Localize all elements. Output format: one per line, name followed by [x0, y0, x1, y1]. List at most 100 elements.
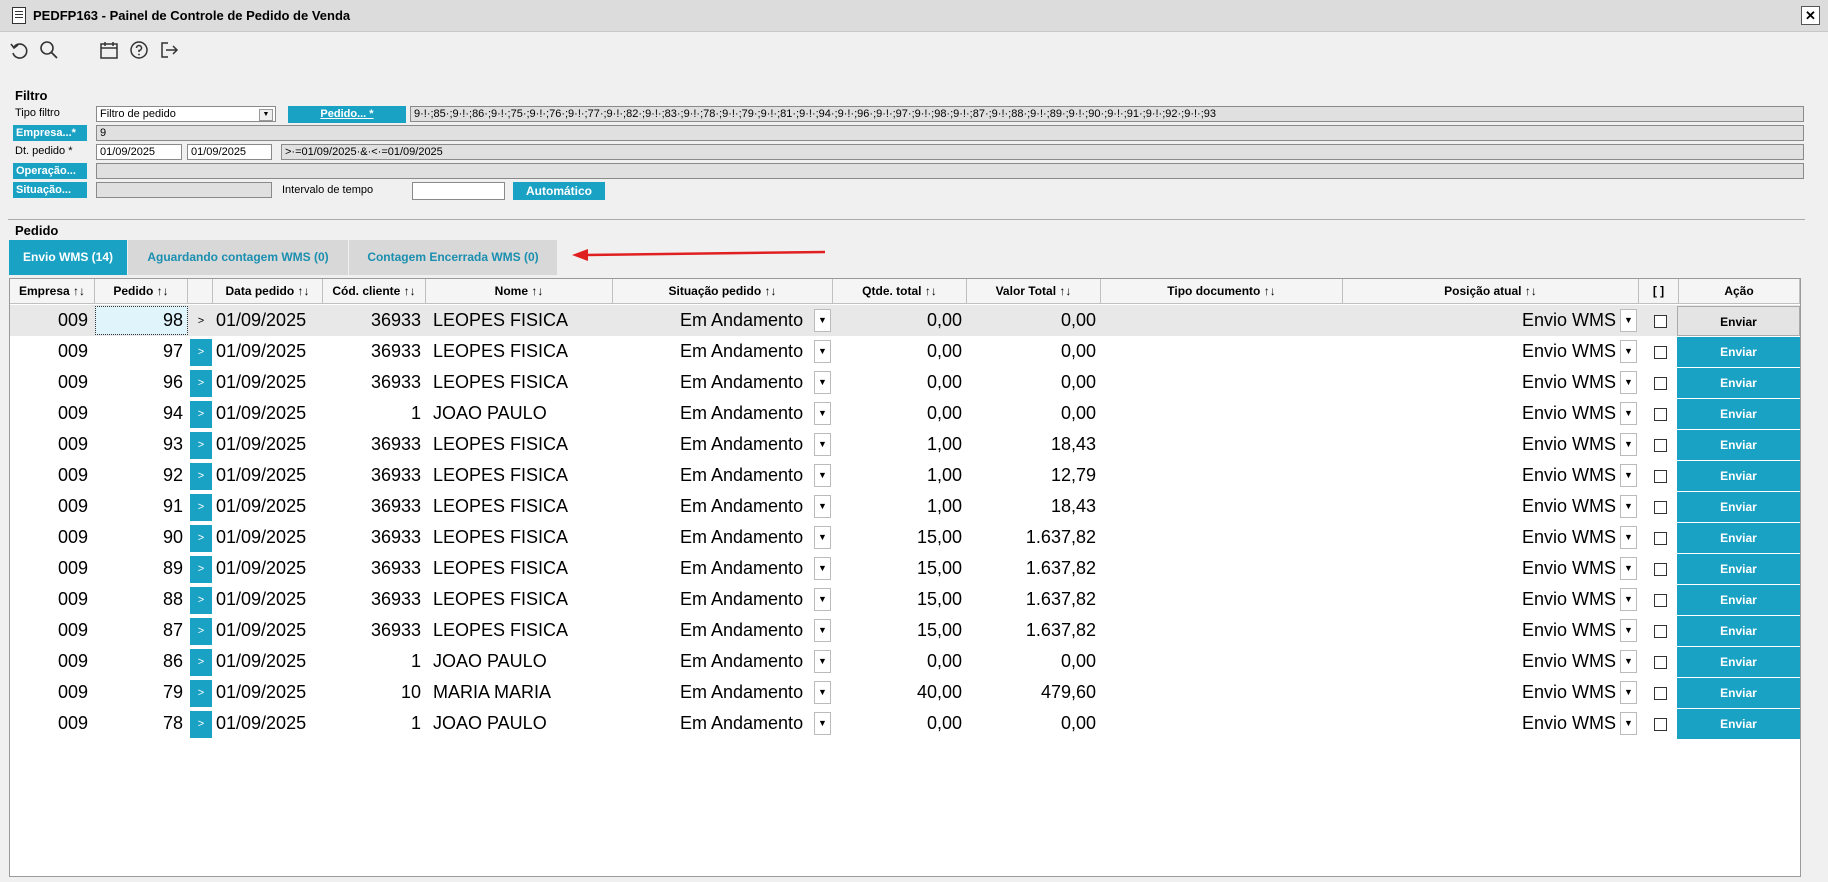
tipo-filtro-select[interactable]: Filtro de pedido ▼: [96, 106, 276, 122]
col-header-situacao[interactable]: Situação pedido ↑↓: [613, 279, 833, 304]
cell-situacao[interactable]: Em Andamento: [680, 615, 820, 646]
chevron-down-icon[interactable]: ▼: [1620, 650, 1637, 673]
chevron-down-icon[interactable]: ▼: [814, 619, 831, 642]
row-checkbox[interactable]: [1654, 594, 1667, 607]
table-row[interactable]: 009 89 >01/09/2025 36933 LEOPES FISICA Em And…: [10, 553, 1800, 584]
expand-row-button[interactable]: >: [190, 339, 212, 366]
expand-row-button[interactable]: >: [190, 649, 212, 676]
enviar-button[interactable]: Enviar: [1677, 306, 1800, 336]
cell-situacao[interactable]: Em Andamento: [680, 646, 820, 677]
cell-pedido[interactable]: 93: [95, 429, 183, 460]
col-header-tipo[interactable]: Tipo documento ↑↓: [1101, 279, 1343, 304]
cell-pedido[interactable]: 87: [95, 615, 183, 646]
cell-posicao[interactable]: Envio WMS: [1343, 677, 1616, 708]
tab-aguardando-contagem[interactable]: Aguardando contagem WMS (0): [128, 240, 348, 275]
cell-posicao[interactable]: Envio WMS: [1343, 522, 1616, 553]
expand-row-button[interactable]: >: [190, 308, 212, 335]
col-header-posicao[interactable]: Posição atual ↑↓: [1343, 279, 1639, 304]
chevron-down-icon[interactable]: ▼: [814, 588, 831, 611]
expand-row-button[interactable]: >: [190, 401, 212, 428]
cell-pedido[interactable]: 94: [95, 398, 183, 429]
cell-posicao[interactable]: Envio WMS: [1343, 336, 1616, 367]
table-row[interactable]: 009 94 >01/09/2025 1 JOAO PAULO Em Andamento ▼…: [10, 398, 1800, 429]
cell-pedido[interactable]: 90: [95, 522, 183, 553]
cell-posicao[interactable]: Envio WMS: [1343, 553, 1616, 584]
chevron-down-icon[interactable]: ▼: [814, 433, 831, 456]
col-header-pedido[interactable]: Pedido ↑↓: [95, 279, 188, 304]
chevron-down-icon[interactable]: ▼: [814, 371, 831, 394]
operacao-filter-button[interactable]: Operação...: [13, 163, 87, 179]
pedido-filter-button[interactable]: Pedido... *: [288, 106, 406, 123]
cell-pedido[interactable]: 92: [95, 460, 183, 491]
table-row[interactable]: 009 86 >01/09/2025 1 JOAO PAULO Em Andamento ▼…: [10, 646, 1800, 677]
row-checkbox[interactable]: [1654, 563, 1667, 576]
chevron-down-icon[interactable]: ▼: [1620, 309, 1637, 332]
table-row[interactable]: 009 93 >01/09/2025 36933 LEOPES FISICA Em And…: [10, 429, 1800, 460]
enviar-button[interactable]: Enviar: [1677, 616, 1800, 646]
chevron-down-icon[interactable]: ▼: [1620, 340, 1637, 363]
expand-row-button[interactable]: >: [190, 463, 212, 490]
chevron-down-icon[interactable]: ▼: [814, 650, 831, 673]
table-row[interactable]: 009 90 >01/09/2025 36933 LEOPES FISICA Em And…: [10, 522, 1800, 553]
enviar-button[interactable]: Enviar: [1677, 678, 1800, 708]
chevron-down-icon[interactable]: ▼: [1620, 526, 1637, 549]
cell-situacao[interactable]: Em Andamento: [680, 305, 820, 336]
chevron-down-icon[interactable]: ▼: [814, 402, 831, 425]
pedido-list-field[interactable]: 9·!·;85·;9·!·;86·;9·!·;75·;9·!·;76·;9·!·…: [410, 106, 1804, 122]
tab-envio-wms[interactable]: Envio WMS (14): [9, 240, 127, 275]
cell-pedido[interactable]: 91: [95, 491, 183, 522]
expand-row-button[interactable]: >: [190, 556, 212, 583]
cell-posicao[interactable]: Envio WMS: [1343, 646, 1616, 677]
cell-situacao[interactable]: Em Andamento: [680, 460, 820, 491]
enviar-button[interactable]: Enviar: [1677, 709, 1800, 739]
cell-posicao[interactable]: Envio WMS: [1343, 398, 1616, 429]
intervalo-input[interactable]: [412, 182, 505, 200]
undo-icon[interactable]: [8, 39, 30, 61]
cell-pedido[interactable]: 79: [95, 677, 183, 708]
row-checkbox[interactable]: [1654, 501, 1667, 514]
enviar-button[interactable]: Enviar: [1677, 337, 1800, 367]
cell-pedido[interactable]: 96: [95, 367, 183, 398]
dt-pedido-to-input[interactable]: 01/09/2025: [187, 144, 272, 160]
operacao-field[interactable]: [96, 163, 1804, 179]
cell-pedido[interactable]: 89: [95, 553, 183, 584]
empresa-field[interactable]: 9: [96, 125, 1804, 141]
cell-posicao[interactable]: Envio WMS: [1343, 429, 1616, 460]
chevron-down-icon[interactable]: ▼: [814, 526, 831, 549]
table-row[interactable]: 009 97 >01/09/2025 36933 LEOPES FISICA Em And…: [10, 336, 1800, 367]
chevron-down-icon[interactable]: ▼: [1620, 464, 1637, 487]
chevron-down-icon[interactable]: ▼: [814, 557, 831, 580]
enviar-button[interactable]: Enviar: [1677, 430, 1800, 460]
enviar-button[interactable]: Enviar: [1677, 585, 1800, 615]
row-checkbox[interactable]: [1654, 470, 1667, 483]
chevron-down-icon[interactable]: ▼: [1620, 495, 1637, 518]
cell-posicao[interactable]: Envio WMS: [1343, 615, 1616, 646]
calendar-icon[interactable]: [98, 39, 120, 61]
cell-situacao[interactable]: Em Andamento: [680, 677, 820, 708]
col-header-valor[interactable]: Valor Total ↑↓: [967, 279, 1101, 304]
row-checkbox[interactable]: [1654, 439, 1667, 452]
cell-posicao[interactable]: Envio WMS: [1343, 708, 1616, 739]
cell-situacao[interactable]: Em Andamento: [680, 367, 820, 398]
table-row[interactable]: 009 78 >01/09/2025 1 JOAO PAULO Em Andamento ▼…: [10, 708, 1800, 739]
row-checkbox[interactable]: [1654, 718, 1667, 731]
enviar-button[interactable]: Enviar: [1677, 399, 1800, 429]
cell-posicao[interactable]: Envio WMS: [1343, 491, 1616, 522]
close-button[interactable]: ✕: [1801, 6, 1820, 25]
enviar-button[interactable]: Enviar: [1677, 368, 1800, 398]
enviar-button[interactable]: Enviar: [1677, 492, 1800, 522]
table-row[interactable]: 009 91 >01/09/2025 36933 LEOPES FISICA Em And…: [10, 491, 1800, 522]
expand-row-button[interactable]: >: [190, 711, 212, 738]
enviar-button[interactable]: Enviar: [1677, 461, 1800, 491]
expand-row-button[interactable]: >: [190, 525, 212, 552]
cell-pedido[interactable]: 88: [95, 584, 183, 615]
cell-pedido[interactable]: 86: [95, 646, 183, 677]
col-header-check[interactable]: [ ]: [1639, 279, 1679, 304]
empresa-filter-button[interactable]: Empresa...*: [13, 125, 87, 141]
enviar-button[interactable]: Enviar: [1677, 523, 1800, 553]
chevron-down-icon[interactable]: ▼: [814, 464, 831, 487]
expand-row-button[interactable]: >: [190, 494, 212, 521]
row-checkbox[interactable]: [1654, 625, 1667, 638]
cell-pedido[interactable]: 78: [95, 708, 183, 739]
cell-posicao[interactable]: Envio WMS: [1343, 584, 1616, 615]
